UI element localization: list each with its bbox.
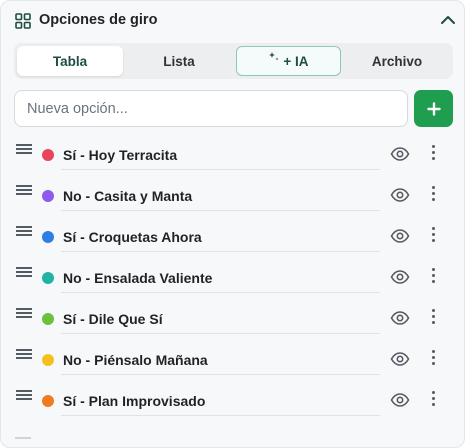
option-underline <box>61 292 380 293</box>
drag-handle-icon[interactable] <box>16 144 32 154</box>
option-color-dot[interactable] <box>42 313 54 325</box>
tab-archivo[interactable]: Archivo <box>344 46 450 76</box>
option-color-dot[interactable] <box>42 354 54 366</box>
add-option-button[interactable] <box>414 90 453 127</box>
tab-lista[interactable]: Lista <box>126 46 232 76</box>
plus-icon <box>426 101 441 116</box>
option-underline <box>61 333 380 334</box>
option-label[interactable]: No - Piénsalo Mañana <box>63 352 208 368</box>
option-label[interactable]: Sí - Hoy Terracita <box>63 147 177 163</box>
eye-icon[interactable] <box>390 392 410 408</box>
tab-label: + IA <box>283 53 309 69</box>
option-underline <box>61 251 380 252</box>
option-row: Sí - Plan Improvisado <box>1 381 464 422</box>
eye-icon[interactable] <box>390 351 410 367</box>
tab-ia[interactable]: + IA <box>236 46 341 76</box>
option-underline <box>61 415 380 416</box>
sparkle-icon <box>269 52 279 61</box>
option-row: Sí - Croquetas Ahora <box>1 217 464 258</box>
drag-handle-icon[interactable] <box>16 349 32 359</box>
more-options-icon[interactable] <box>428 268 438 286</box>
option-label[interactable]: No - Ensalada Valiente <box>63 270 212 286</box>
chevron-up-icon[interactable] <box>437 10 459 30</box>
drag-handle-icon[interactable] <box>16 226 32 236</box>
option-row: Sí - Dile Que Sí <box>1 299 464 340</box>
drag-handle-partial <box>15 437 31 439</box>
panel-header: Opciones de giro <box>1 1 464 41</box>
grid-icon <box>15 13 31 29</box>
eye-icon[interactable] <box>390 228 410 244</box>
option-underline <box>61 169 380 170</box>
option-color-dot[interactable] <box>42 395 54 407</box>
option-label[interactable]: Sí - Dile Que Sí <box>63 311 163 327</box>
tab-label: Lista <box>163 53 195 69</box>
option-row: Sí - Hoy Terracita <box>1 135 464 176</box>
eye-icon[interactable] <box>390 310 410 326</box>
eye-icon[interactable] <box>390 146 410 162</box>
drag-handle-icon[interactable] <box>16 308 32 318</box>
spin-options-panel: Opciones de giro Tabla Lista + IA Archiv… <box>0 0 465 448</box>
drag-handle-icon[interactable] <box>16 185 32 195</box>
more-options-icon[interactable] <box>428 227 438 245</box>
option-color-dot[interactable] <box>42 190 54 202</box>
tab-tabla[interactable]: Tabla <box>17 46 123 76</box>
option-label[interactable]: Sí - Croquetas Ahora <box>63 229 202 245</box>
drag-handle-icon[interactable] <box>16 390 32 400</box>
more-options-icon[interactable] <box>428 145 438 163</box>
view-tabs: Tabla Lista + IA Archivo <box>14 43 453 79</box>
option-underline <box>61 210 380 211</box>
more-options-icon[interactable] <box>428 186 438 204</box>
tab-label: Archivo <box>371 53 423 69</box>
option-underline <box>61 374 380 375</box>
more-options-icon[interactable] <box>428 350 438 368</box>
option-row: No - Ensalada Valiente <box>1 258 464 299</box>
option-label[interactable]: No - Casita y Manta <box>63 188 192 204</box>
drag-handle-icon[interactable] <box>16 267 32 277</box>
more-options-icon[interactable] <box>428 309 438 327</box>
tab-label: Tabla <box>52 53 88 69</box>
option-row: No - Piénsalo Mañana <box>1 340 464 381</box>
option-color-dot[interactable] <box>42 272 54 284</box>
option-color-dot[interactable] <box>42 149 54 161</box>
panel-title: Opciones de giro <box>39 12 158 28</box>
option-label[interactable]: Sí - Plan Improvisado <box>63 393 205 409</box>
option-row: No - Casita y Manta <box>1 176 464 217</box>
option-color-dot[interactable] <box>42 231 54 243</box>
more-options-icon[interactable] <box>428 391 438 409</box>
eye-icon[interactable] <box>390 269 410 285</box>
new-option-row <box>14 90 453 128</box>
new-option-input[interactable] <box>14 90 408 127</box>
eye-icon[interactable] <box>390 187 410 203</box>
